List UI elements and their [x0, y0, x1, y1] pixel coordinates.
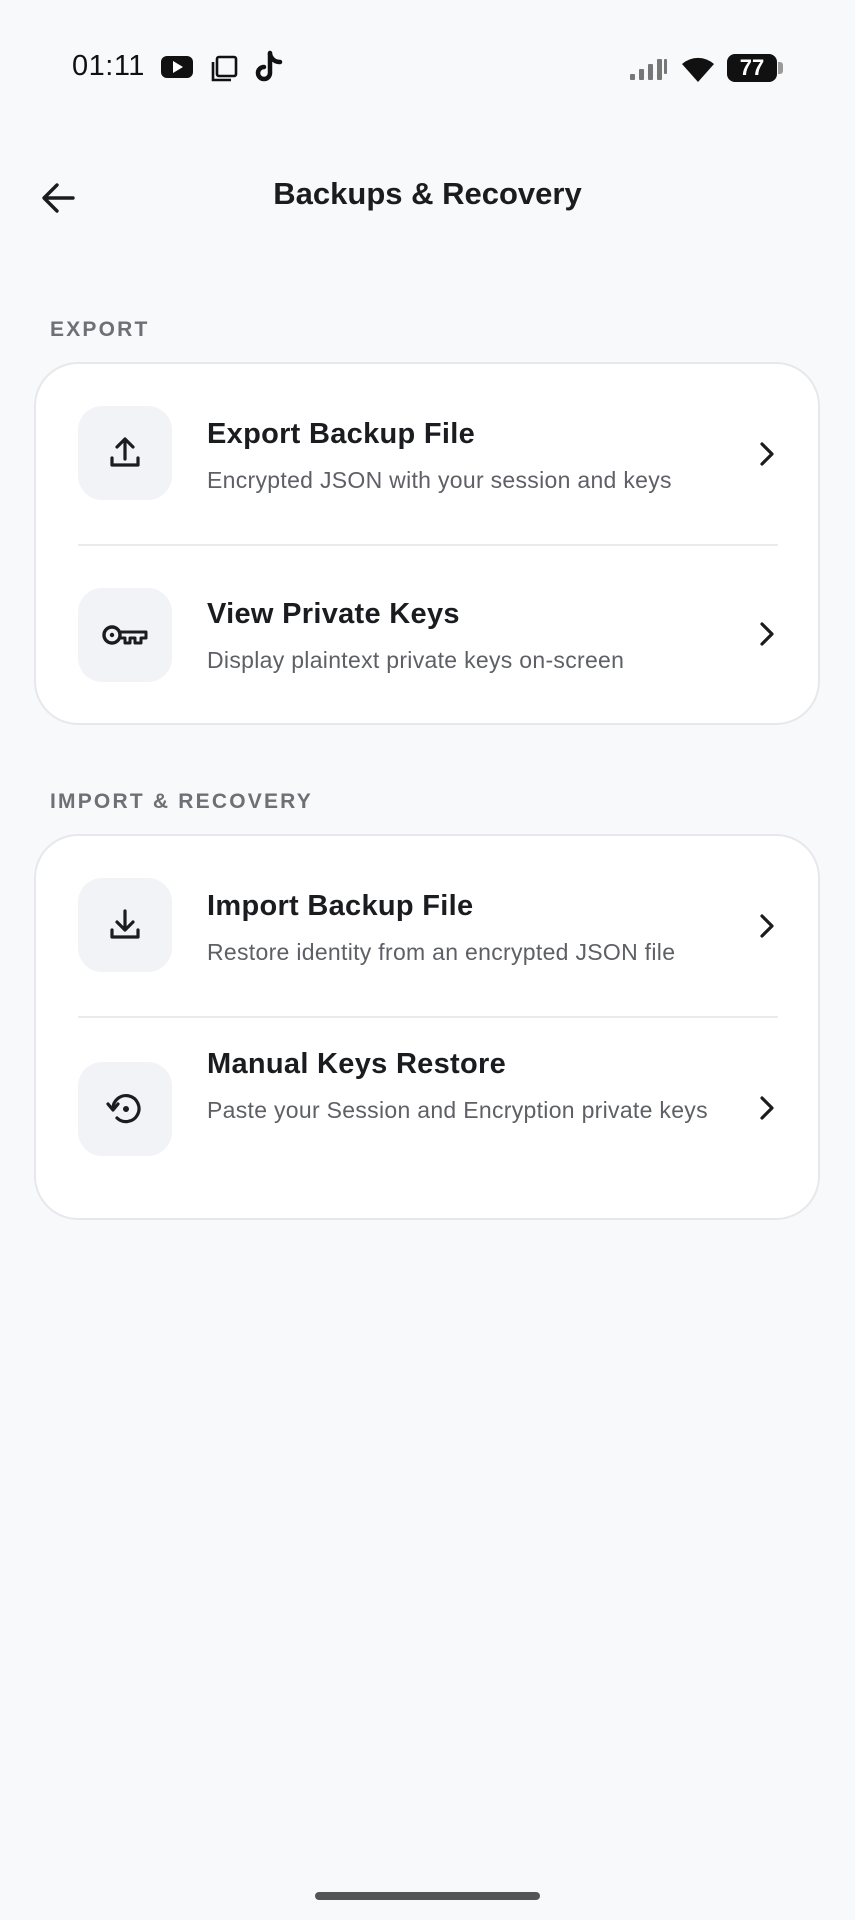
tiktok-icon [254, 50, 284, 89]
item-subtitle: Display plaintext private keys on-screen [207, 647, 625, 673]
export-card: Export Backup File Encrypted JSON with y… [34, 362, 820, 725]
import-recovery-card: Import Backup File Restore identity from… [34, 834, 820, 1220]
item-subtitle: Encrypted JSON with your session and key… [207, 467, 672, 493]
import-backup-file-item[interactable]: Import Backup File Restore identity from… [36, 836, 818, 1016]
item-title: Import Backup File [207, 890, 474, 922]
battery-tip [778, 62, 783, 74]
item-subtitle: Paste your Session and Encryption privat… [207, 1097, 708, 1123]
home-indicator[interactable] [315, 1892, 540, 1900]
youtube-icon [160, 52, 194, 87]
view-private-keys-item[interactable]: View Private Keys Display plaintext priv… [36, 546, 818, 726]
top-app-bar: Backups & Recovery [0, 150, 855, 240]
icon-tile [78, 588, 172, 682]
signal-icon [628, 58, 668, 87]
icon-tile [78, 878, 172, 972]
upload-icon [110, 437, 140, 467]
export-backup-file-item[interactable]: Export Backup File Encrypted JSON with y… [36, 364, 818, 544]
manual-keys-restore-item[interactable]: Manual Keys Restore Paste your Session a… [36, 1018, 818, 1220]
item-title: View Private Keys [207, 598, 460, 630]
chevron-right-icon [746, 614, 786, 654]
page-title: Backups & Recovery [273, 176, 582, 211]
item-title: Manual Keys Restore [207, 1048, 507, 1080]
wifi-icon [680, 54, 716, 89]
chevron-right-icon [746, 1088, 786, 1128]
section-label-export: EXPORT [50, 318, 150, 341]
copy-icon [209, 54, 239, 89]
status-bar: 01:11 77 [0, 0, 855, 140]
key-icon [102, 625, 148, 645]
item-subtitle: Restore identity from an encrypted JSON … [207, 939, 676, 965]
chevron-right-icon [746, 906, 786, 946]
battery-icon: 77 [727, 54, 777, 82]
status-time: 01:11 [72, 50, 145, 82]
item-title: Export Backup File [207, 418, 476, 450]
section-label-import-recovery: IMPORT & RECOVERY [50, 790, 313, 813]
icon-tile [78, 1062, 172, 1156]
chevron-right-icon [746, 434, 786, 474]
restore-icon [106, 1094, 141, 1124]
download-icon [110, 909, 140, 939]
icon-tile [78, 406, 172, 500]
